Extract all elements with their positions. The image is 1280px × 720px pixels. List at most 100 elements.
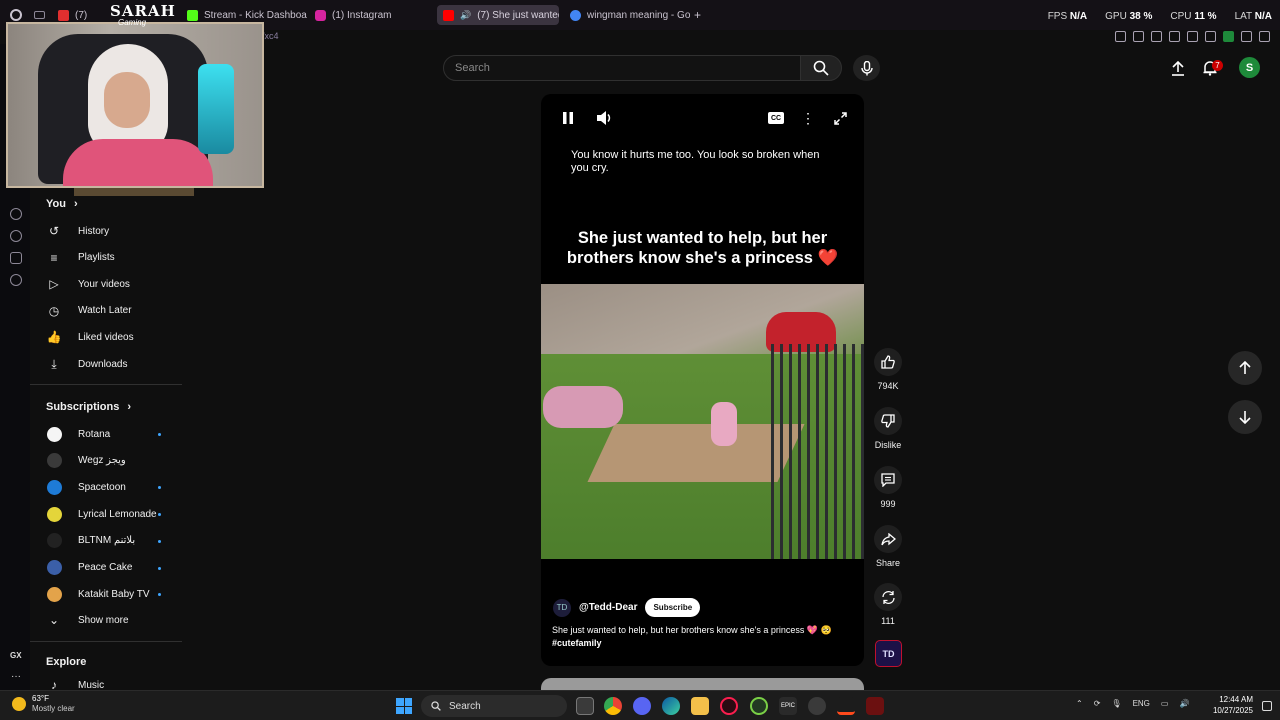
hashtag-link[interactable]: #cutefamily (552, 637, 852, 650)
opera-menu-icon[interactable] (10, 9, 22, 21)
volume-button[interactable] (595, 108, 615, 128)
weather-condition: Mostly clear (32, 704, 75, 713)
sync-icon[interactable]: ⟳ (1094, 699, 1101, 708)
speaker-icon[interactable]: 🔊 (460, 10, 471, 21)
next-short-button[interactable] (1228, 400, 1262, 434)
fullscreen-button[interactable] (830, 108, 850, 128)
sidebar-item-label: Playlists (78, 252, 115, 264)
share-button[interactable] (874, 525, 902, 553)
pause-button[interactable] (558, 108, 578, 128)
shorts-player[interactable]: CC ⋮ You know it hurts me too. You look … (541, 94, 864, 666)
video-frame[interactable] (541, 284, 864, 559)
gpu-readout: GPU 38 % (1105, 11, 1153, 22)
app-icon[interactable] (750, 697, 768, 715)
heart-icon[interactable] (1187, 31, 1198, 42)
subscriptions-header[interactable]: Subscriptions › (46, 401, 131, 413)
microphone-light (198, 64, 234, 154)
discord-icon[interactable] (633, 697, 651, 715)
upload-button[interactable] (1168, 58, 1188, 78)
new-content-dot (158, 433, 161, 436)
dislike-action[interactable]: Dislike (873, 407, 903, 450)
sidebar-item-playlists[interactable]: ≡ Playlists (30, 245, 180, 271)
notifications-icon[interactable] (1262, 701, 1272, 711)
shield-icon[interactable] (1151, 31, 1162, 42)
file-explorer-icon[interactable] (691, 697, 709, 715)
comments-button[interactable] (874, 466, 902, 494)
chrome-icon[interactable] (604, 697, 622, 715)
search-button[interactable] (800, 55, 842, 81)
player-icon[interactable] (10, 208, 22, 220)
search-input[interactable]: Search (443, 55, 801, 81)
previous-short-button[interactable] (1228, 351, 1262, 385)
task-view-icon[interactable] (576, 697, 594, 715)
pin-icon[interactable] (1115, 31, 1126, 42)
next-short-preview[interactable] (541, 678, 864, 690)
profile-icon[interactable] (1223, 31, 1234, 42)
network-icon[interactable]: ▭ (1161, 699, 1169, 708)
you-section-header[interactable]: You › (46, 198, 78, 210)
download-icon[interactable] (1241, 31, 1252, 42)
snapshot-icon[interactable] (1133, 31, 1144, 42)
subscription-item[interactable]: Rotana (30, 421, 180, 447)
show-more-button[interactable]: ⌄ Show more (30, 607, 180, 633)
security-app-icon[interactable] (866, 697, 884, 715)
extensions-icon[interactable] (10, 252, 22, 264)
epic-games-icon[interactable]: EPIC (779, 697, 797, 715)
taskbar-search[interactable]: Search (421, 695, 567, 717)
obs-icon[interactable] (808, 697, 826, 715)
sidebar-item-history[interactable]: ↺ History (30, 218, 180, 244)
browser-tab[interactable]: wingman meaning - Goog... (570, 5, 690, 25)
weather-widget[interactable]: 63°F Mostly clear (12, 694, 75, 714)
dislike-button[interactable] (874, 407, 902, 435)
captions-button[interactable]: CC (766, 108, 786, 128)
sidebar-item-downloads[interactable]: ⤓ Downloads (30, 351, 180, 377)
subscribe-button[interactable]: Subscribe (645, 598, 701, 617)
comments-action[interactable]: 999 (873, 466, 903, 509)
settings-icon[interactable] (10, 274, 22, 286)
remix-count: 111 (881, 616, 895, 626)
send-icon[interactable] (1169, 31, 1180, 42)
share-action[interactable]: Share (873, 525, 903, 568)
channel-name[interactable]: @Tedd-Dear (579, 602, 637, 613)
account-avatar[interactable]: S (1239, 57, 1260, 78)
subscription-item[interactable]: Lyrical Lemonade (30, 501, 180, 527)
like-action[interactable]: 794K (873, 348, 903, 391)
subscription-item[interactable]: BLTNM بلاتنم (30, 528, 180, 554)
gx-label[interactable]: GX (10, 651, 22, 660)
edge-icon[interactable] (662, 697, 680, 715)
opera-gx-icon[interactable] (720, 697, 738, 715)
fps-readout: FPS N/A (1047, 11, 1088, 22)
sidebar-item-liked-videos[interactable]: 👍 Liked videos (30, 324, 180, 350)
volume-icon (597, 111, 611, 125)
language-indicator[interactable]: ENG (1133, 699, 1150, 708)
more-icon[interactable]: ··· (11, 671, 21, 682)
subscription-item[interactable]: Peace Cake (30, 555, 180, 581)
app-icon[interactable] (837, 697, 855, 715)
subscription-item[interactable]: Katakit Baby TV (30, 581, 180, 607)
thumbs-down-icon (881, 414, 895, 428)
sidebar-item-watch-later[interactable]: ◷ Watch Later (30, 298, 180, 324)
volume-icon[interactable]: 🔊 (1179, 699, 1189, 708)
sound-thumbnail[interactable]: TD (875, 640, 902, 667)
more-options-button[interactable]: ⋮ (798, 108, 818, 128)
browser-tab[interactable]: (1) Instagram (315, 5, 415, 25)
subscription-item[interactable]: Wegz ويجز (30, 448, 180, 474)
sidebar-item-your-videos[interactable]: ▷ Your videos (30, 271, 180, 297)
browser-tab-active[interactable]: 🔊 (7) She just wanted t... (437, 5, 559, 25)
like-button[interactable] (874, 348, 902, 376)
remix-button[interactable] (874, 583, 902, 611)
menu-icon[interactable] (1259, 31, 1270, 42)
subscription-item[interactable]: Spacetoon (30, 474, 180, 500)
start-button[interactable] (396, 698, 412, 714)
new-tab-button[interactable]: + (694, 5, 706, 25)
voice-search-button[interactable] (853, 55, 880, 81)
window-tab-icon[interactable] (34, 11, 45, 19)
taskbar-clock[interactable]: 12:44 AM 10/27/2025 (1207, 694, 1253, 716)
channel-avatar[interactable]: TD (553, 598, 571, 617)
extensions-icon[interactable] (1205, 31, 1216, 42)
chevron-up-icon[interactable]: ⌃ (1076, 699, 1083, 708)
remix-action[interactable]: 111 (873, 583, 903, 626)
microphone-icon[interactable]: 🎙 (1111, 699, 1121, 708)
sidebar-item-label: Liked videos (78, 331, 134, 343)
history-icon[interactable] (10, 230, 22, 242)
